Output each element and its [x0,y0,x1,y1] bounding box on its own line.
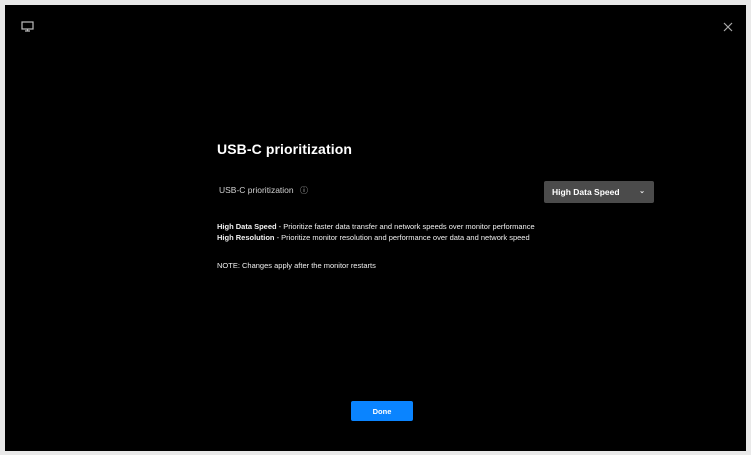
setting-label: USB-C prioritization ⓘ [219,185,308,196]
dropdown-selected-value: High Data Speed [552,187,620,197]
high-data-speed-term: High Data Speed [217,222,277,231]
high-data-speed-text: - Prioritize faster data transfer and ne… [276,222,535,231]
option-descriptions: High Data Speed - Prioritize faster data… [217,221,657,243]
high-data-speed-description: High Data Speed - Prioritize faster data… [217,221,657,232]
high-resolution-text: - Prioritize monitor resolution and perf… [274,233,530,242]
usb-c-priority-setting: USB-C prioritization ⓘ High Data Speed ⌄ [217,181,657,205]
setting-label-text: USB-C prioritization [219,185,294,195]
usb-c-prioritization-window: USB-C prioritization USB-C prioritizatio… [5,5,746,451]
dialog-title: USB-C prioritization [217,141,352,157]
high-resolution-description: High Resolution - Prioritize monitor res… [217,232,657,243]
monitor-icon [21,20,35,32]
chevron-down-icon: ⌄ [639,188,645,195]
usb-c-priority-dropdown[interactable]: High Data Speed ⌄ [544,181,654,203]
dialog-content: USB-C prioritization USB-C prioritizatio… [217,141,657,271]
restart-note: NOTE: Changes apply after the monitor re… [217,261,376,270]
close-icon[interactable] [720,19,736,35]
done-button[interactable]: Done [351,401,413,421]
high-resolution-term: High Resolution [217,233,275,242]
info-icon[interactable]: ⓘ [300,185,308,196]
